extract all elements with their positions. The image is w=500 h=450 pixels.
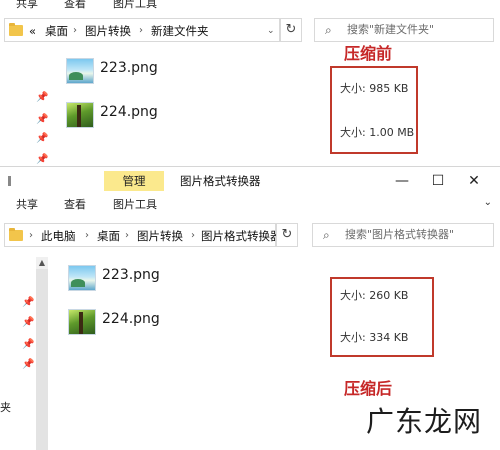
refresh-icon: ↻: [285, 22, 297, 37]
minimize-icon[interactable]: —: [392, 173, 412, 189]
tab-share[interactable]: 共享: [12, 0, 42, 12]
image-thumbnail-icon: [68, 265, 96, 291]
breadcrumb-picture-convert[interactable]: 图片转换: [137, 228, 183, 244]
image-thumbnail-icon: [68, 309, 96, 335]
breadcrumb-overflow[interactable]: «: [29, 23, 36, 39]
search-placeholder: 搜索"图片格式转换器": [345, 228, 455, 241]
chevron-right-icon[interactable]: ›: [85, 228, 89, 244]
file-size: 大小: 260 KB: [340, 289, 409, 302]
annotation-after: 压缩后: [344, 379, 393, 398]
breadcrumb-desktop[interactable]: 桌面: [97, 228, 120, 244]
pin-icon[interactable]: 📌: [36, 114, 48, 125]
chevron-right-icon[interactable]: ›: [29, 228, 33, 244]
chevron-down-icon[interactable]: ⌄: [263, 228, 271, 244]
chevron-right-icon[interactable]: ›: [73, 23, 77, 39]
quick-access-icon: [8, 176, 11, 186]
watermark-text: 广东龙网: [366, 405, 483, 438]
breadcrumb-new-folder[interactable]: 新建文件夹: [151, 23, 209, 39]
file-name: 224.png: [102, 311, 160, 327]
breadcrumb-this-pc[interactable]: 此电脑: [41, 228, 76, 244]
file-size: 大小: 1.00 MB: [340, 126, 415, 139]
tab-picture-tools[interactable]: 图片工具: [112, 0, 158, 12]
pin-icon[interactable]: 📌: [22, 359, 34, 370]
chevron-down-icon[interactable]: ⌄: [484, 197, 492, 208]
pin-icon[interactable]: 📌: [22, 317, 34, 328]
chevron-down-icon[interactable]: ⌄: [267, 23, 275, 39]
search-input[interactable]: ⌕ 搜索"图片格式转换器": [312, 223, 494, 247]
file-name: 224.png: [100, 104, 158, 120]
search-icon: ⌕: [323, 228, 330, 242]
breadcrumb-desktop[interactable]: 桌面: [45, 23, 68, 39]
pin-icon[interactable]: 📌: [36, 92, 48, 103]
annotation-before: 压缩前: [344, 44, 393, 63]
folder-icon: [9, 23, 23, 36]
ribbon-tabs: 共享 查看 图片工具: [0, 0, 500, 12]
address-bar[interactable]: « 桌面 › 图片转换 › 新建文件夹 ⌄: [4, 18, 280, 42]
pin-icon[interactable]: 📌: [36, 133, 48, 144]
chevron-right-icon[interactable]: ›: [191, 228, 195, 244]
breadcrumb-picture-convert[interactable]: 图片转换: [85, 23, 131, 39]
pin-icon[interactable]: 📌: [22, 297, 34, 308]
image-thumbnail-icon: [66, 102, 94, 128]
close-icon[interactable]: ✕: [464, 173, 484, 189]
folder-icon: [9, 228, 23, 241]
file-name: 223.png: [100, 60, 158, 76]
refresh-button[interactable]: ↻: [276, 223, 298, 247]
tab-view[interactable]: 查看: [60, 0, 90, 12]
refresh-button[interactable]: ↻: [280, 18, 302, 42]
search-placeholder: 搜索"新建文件夹": [347, 23, 435, 36]
search-icon: ⌕: [325, 23, 332, 37]
file-size: 大小: 334 KB: [340, 331, 409, 344]
chevron-right-icon[interactable]: ›: [125, 228, 129, 244]
file-size: 大小: 985 KB: [340, 82, 409, 95]
tab-picture-tools[interactable]: 图片工具: [110, 197, 160, 213]
refresh-icon: ↻: [281, 227, 293, 242]
maximize-icon[interactable]: ☐: [428, 173, 448, 189]
explorer-window-before: 共享 查看 图片工具 « 桌面 › 图片转换 › 新建文件夹 ⌄ ↻ ⌕ 搜索"…: [0, 0, 500, 168]
nav-pane-scrollbar[interactable]: ▲: [36, 257, 48, 450]
pin-icon[interactable]: 📌: [22, 339, 34, 350]
tab-share[interactable]: 共享: [12, 197, 42, 213]
search-input[interactable]: ⌕ 搜索"新建文件夹": [314, 18, 494, 42]
ribbon-tabs: 共享 查看 图片工具 ⌄: [0, 197, 500, 213]
chevron-right-icon[interactable]: ›: [139, 23, 143, 39]
pin-icon[interactable]: 📌: [36, 154, 48, 165]
image-thumbnail-icon: [66, 58, 94, 84]
nav-pane-item-fragment[interactable]: 夹: [0, 399, 11, 415]
tab-view[interactable]: 查看: [60, 197, 90, 213]
file-name: 223.png: [102, 267, 160, 283]
address-bar[interactable]: › 此电脑 › 桌面 › 图片转换 › 图片格式转换器 ⌄: [4, 223, 282, 247]
chevron-up-icon[interactable]: ▲: [36, 257, 48, 269]
window-title: 图片格式转换器: [180, 174, 261, 188]
tab-manage[interactable]: 管理: [104, 171, 164, 191]
